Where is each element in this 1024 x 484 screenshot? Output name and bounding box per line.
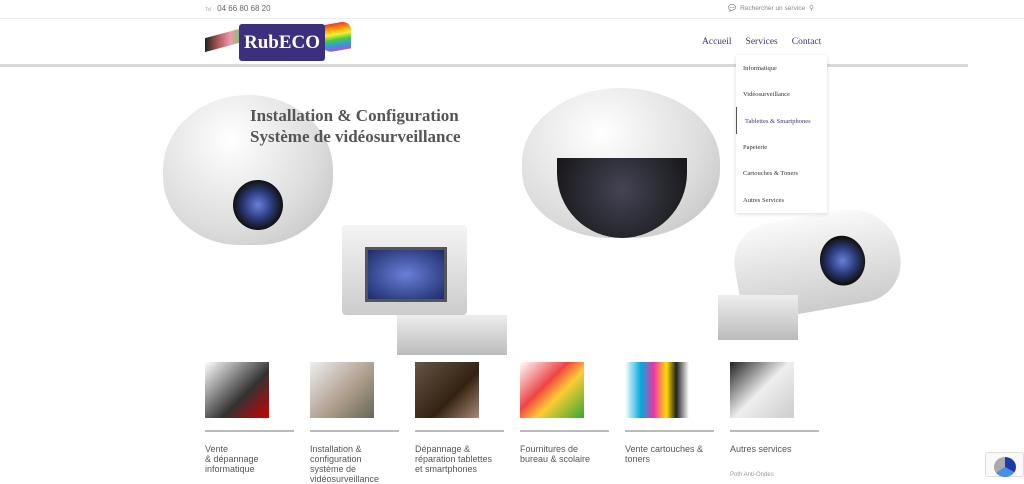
search-input[interactable]: 💬 Rechercher un service ⚲ xyxy=(728,4,814,13)
card-label[interactable]: Dépannage & réparation tablettes et smar… xyxy=(415,444,492,474)
header xyxy=(0,19,1024,65)
card-label[interactable]: Vente cartouches & toners xyxy=(625,444,703,464)
dropdown-item-autres[interactable]: Autres Services xyxy=(743,197,784,204)
card-tablettes[interactable]: Dépannage & réparation tablettes et smar… xyxy=(415,362,504,477)
box-camera-image xyxy=(342,225,467,315)
hero-title: Installation & Configuration Système de v… xyxy=(250,105,461,147)
service-cards: Vente & dépannage informatique Installat… xyxy=(205,362,819,484)
card-image[interactable] xyxy=(310,362,374,418)
recaptcha-icon xyxy=(994,457,1016,477)
card-label[interactable]: Installation & configuration système de … xyxy=(310,444,379,484)
logo[interactable]: RubECO xyxy=(205,20,351,61)
hero-line-2: Système de vidéosurveillance xyxy=(250,127,461,146)
search-placeholder: Rechercher un service xyxy=(740,4,806,12)
camera-mount xyxy=(397,315,507,355)
card-informatique[interactable]: Vente & dépannage informatique xyxy=(205,362,294,477)
card-label[interactable]: Fournitures de bureau & scolaire xyxy=(520,444,590,464)
top-bar: Tel :04 66 80 68 20 💬 Rechercher un servi… xyxy=(0,0,1024,19)
card-image[interactable] xyxy=(625,362,689,418)
phone[interactable]: Tel :04 66 80 68 20 xyxy=(205,4,271,13)
dropdown-item-papeterie[interactable]: Papeterie xyxy=(743,144,767,151)
card-videosurveillance[interactable]: Installation & configuration système de … xyxy=(310,362,399,484)
search-icon[interactable]: ⚲ xyxy=(809,4,814,12)
card-image[interactable] xyxy=(205,362,269,418)
nav-accueil[interactable]: Accueil xyxy=(702,37,732,47)
services-dropdown: Informatique Vidéosurveillance Tablettes… xyxy=(736,55,827,213)
tel-label: Tel : xyxy=(205,7,215,13)
dome-camera-black-image xyxy=(522,88,720,238)
recaptcha-badge[interactable] xyxy=(985,452,1024,477)
active-indicator xyxy=(736,107,737,134)
card-image[interactable] xyxy=(520,362,584,418)
card-fournitures[interactable]: Fournitures de bureau & scolaire xyxy=(520,362,609,477)
logo-text: RubECO xyxy=(239,24,325,61)
card-image[interactable] xyxy=(415,362,479,418)
nav-services[interactable]: Services xyxy=(746,37,778,47)
card-autres[interactable]: Autres services xyxy=(730,362,819,477)
card-image[interactable] xyxy=(730,362,794,418)
dropdown-item-informatique[interactable]: Informatique xyxy=(743,65,777,72)
card-cartouches[interactable]: Vente cartouches & toners xyxy=(625,362,714,477)
main-nav: Accueil Services Contact xyxy=(702,37,821,47)
footer-partial-text[interactable]: Poth Anti-Ondes xyxy=(730,472,774,478)
dropdown-item-tablettes[interactable]: Tablettes & Smartphones xyxy=(745,118,811,125)
dropdown-item-videosurveillance[interactable]: Vidéosurveillance xyxy=(743,91,790,98)
phone-number: 04 66 80 68 20 xyxy=(217,4,271,13)
chat-icon: 💬 xyxy=(728,5,737,12)
nav-contact[interactable]: Contact xyxy=(792,37,822,47)
hero-line-1: Installation & Configuration xyxy=(250,106,459,125)
bullet-camera-mount xyxy=(718,295,798,340)
card-label[interactable]: Autres services xyxy=(730,444,792,454)
dropdown-item-cartouches[interactable]: Cartouches & Toners xyxy=(743,170,798,177)
card-label[interactable]: Vente & dépannage informatique xyxy=(205,444,259,474)
